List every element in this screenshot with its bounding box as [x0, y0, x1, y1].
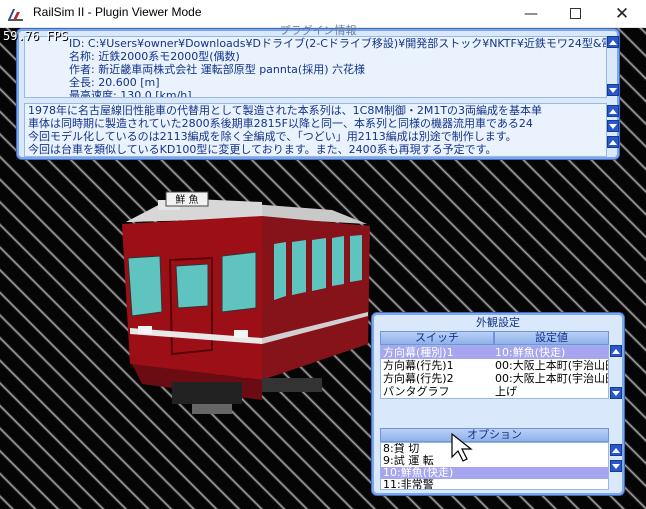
maximize-icon: [570, 8, 581, 19]
arrow-up-icon: [609, 140, 617, 145]
window-title: RailSim II - Plugin Viewer Mode: [33, 5, 202, 19]
appearance-settings-panel: 外観設定 スイッチ 設定値 方向幕(種別)1 10:鮮魚(快走) 方向幕(行先)…: [371, 312, 625, 496]
value-column-header[interactable]: 設定値: [494, 331, 609, 345]
switch-scroll-down-button[interactable]: [610, 387, 622, 399]
plugin-id-line: ID: C:¥Users¥owner¥Downloads¥Dドライブ(2-Cドラ…: [69, 37, 607, 50]
switch-row[interactable]: 方向幕(行先)2 00:大阪上本町(宇治山田: [381, 372, 609, 385]
fps-counter: 59.76 FPS: [3, 29, 69, 43]
plugin-description: 1978年に名古屋線旧性能車の代替用として製造された本系列は、1C8M制御・2M…: [24, 103, 607, 157]
train-model-render[interactable]: 鮮 魚: [112, 178, 382, 438]
options-scroll-up-button[interactable]: [610, 444, 622, 456]
description-line: 車体は同時期に製造されていた2800系後期車2815F以降と同一、本系列と同様の…: [28, 117, 533, 130]
properties-scroll-up-button[interactable]: [607, 36, 619, 48]
switch-name: 方向幕(行先)2: [383, 372, 454, 385]
switch-table-scrollbar[interactable]: [610, 345, 622, 399]
switch-name: 方向幕(行先)1: [383, 359, 454, 372]
switch-value: 00:大阪上本町(宇治山田: [495, 372, 609, 385]
description-scrollbar[interactable]: [607, 103, 619, 157]
plugin-maxspeed-line: 最高速度: 130.0 [km/h]: [69, 89, 192, 98]
minimize-icon: —: [524, 6, 538, 22]
switch-row[interactable]: 方向幕(種別)1 10:鮮魚(快走): [381, 346, 608, 359]
option-item[interactable]: 11:非常警: [381, 479, 608, 490]
mouse-cursor-icon: [451, 433, 473, 462]
options-scroll-down-button[interactable]: [610, 460, 622, 472]
arrow-up-icon: [609, 109, 617, 114]
arrow-down-icon: [612, 464, 620, 469]
switch-name: パンタグラフ: [383, 385, 450, 398]
description-line: 1978年に名古屋線旧性能車の代替用として製造された本系列は、1C8M制御・2M…: [28, 104, 543, 117]
plugin-author-line: 作者: 新近畿車両株式会社 運転部原型 pannta(採用) 六花様: [69, 63, 365, 76]
plugin-info-panel: プラグイン情報 ID: C:¥Users¥owner¥Downloads¥Dドラ…: [16, 24, 620, 160]
railsim-app-icon: [7, 6, 24, 22]
arrow-down-icon: [612, 391, 620, 396]
arrow-up-icon: [609, 40, 617, 45]
switch-value: 上げ: [495, 385, 517, 398]
properties-scroll-down-button[interactable]: [607, 84, 619, 96]
switch-scroll-up-button[interactable]: [610, 345, 622, 357]
options-list: 8:貸 切 9:試 運 転 10:鮮魚(快走) 11:非常警: [380, 442, 609, 490]
switch-column-header[interactable]: スイッチ: [380, 331, 494, 345]
arrow-down-icon: [609, 124, 617, 129]
arrow-up-icon: [612, 349, 620, 354]
description-scroll-up-button-2[interactable]: [607, 136, 619, 148]
switch-table: 方向幕(種別)1 10:鮮魚(快走) 方向幕(行先)1 00:大阪上本町(宇治山…: [380, 345, 609, 399]
switch-value: 10:鮮魚(快走): [495, 346, 566, 359]
plugin-length-line: 全長: 20.600 [m]: [69, 76, 160, 89]
description-scroll-up-button[interactable]: [607, 105, 619, 117]
description-scroll-down-button[interactable]: [607, 120, 619, 132]
close-icon: ✕: [614, 4, 630, 24]
description-line: 今回は台車を類似しているKD100型に変更しております。また、2400系も再現す…: [28, 143, 497, 156]
switch-name: 方向幕(種別)1: [383, 346, 454, 359]
bogie: [172, 382, 242, 404]
arrow-up-icon: [612, 448, 620, 453]
switch-row[interactable]: 方向幕(行先)1 00:大阪上本町(宇治山田: [381, 359, 609, 372]
plugin-name-line: 名称: 近鉄2000系モ2000型(偶数): [69, 50, 240, 63]
3d-viewport[interactable]: 59.76 FPS プラグイン情報 ID: C:¥Users¥owner¥Dow…: [0, 24, 646, 509]
options-header: オプション: [380, 428, 609, 442]
plugin-properties: ID: C:¥Users¥owner¥Downloads¥Dドライブ(2-Cドラ…: [24, 36, 607, 98]
properties-scrollbar[interactable]: [607, 36, 619, 98]
description-line: 今回モデル化しているのは2113編成を除く全編成で、「つどい」用2113編成は別…: [28, 130, 517, 143]
options-scrollbar[interactable]: [610, 442, 622, 490]
appearance-settings-title: 外観設定: [476, 316, 520, 329]
destination-sign-text: 鮮 魚: [175, 193, 198, 206]
arrow-down-icon: [609, 88, 617, 93]
switch-row[interactable]: パンタグラフ 上げ: [381, 385, 608, 398]
switch-value: 00:大阪上本町(宇治山田: [495, 359, 609, 372]
